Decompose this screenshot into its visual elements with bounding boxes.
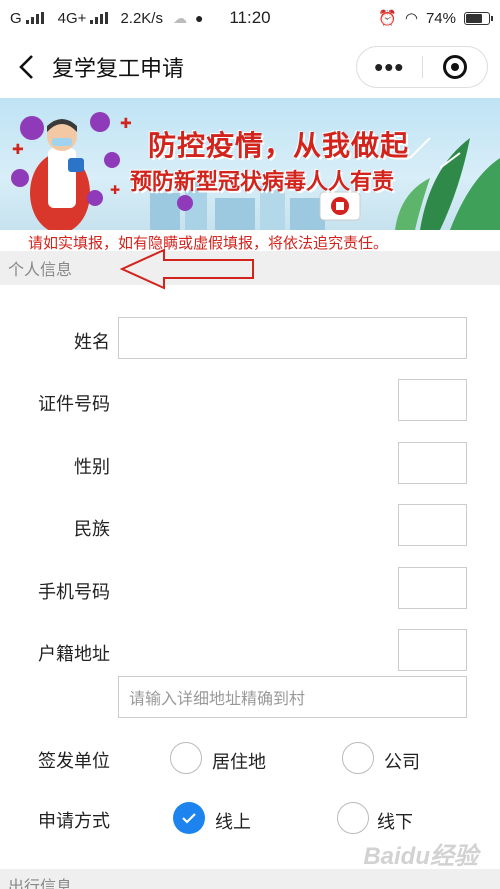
section-title: 个人信息 [8, 262, 73, 279]
ethnicity-field[interactable] [398, 504, 467, 546]
close-miniprogram-button[interactable] [423, 55, 488, 79]
ethnicity-label: 民族 [74, 519, 110, 539]
section-travel-info: 出行信息 [0, 869, 500, 889]
target-icon [442, 55, 467, 79]
network-speed: 2.2K/s [120, 9, 163, 27]
svg-text:✚: ✚ [12, 142, 24, 158]
nav-bar: 复学复工申请 ••• [0, 36, 500, 98]
address-detail-input[interactable]: 请输入详细地址精确到村 [118, 676, 467, 718]
signal-icon-2 [90, 12, 109, 24]
id-number-label: 证件号码 [38, 394, 110, 414]
alarm-icon: ⏰ [378, 10, 397, 27]
issuer-radio-company[interactable] [342, 742, 374, 774]
name-label: 姓名 [74, 332, 110, 352]
method-label: 申请方式 [38, 811, 110, 831]
method-option-online[interactable]: 线上 [215, 808, 251, 834]
phone-label: 手机号码 [38, 582, 110, 602]
gender-field[interactable] [398, 442, 467, 484]
address-label: 户籍地址 [38, 644, 110, 664]
more-icon[interactable]: ••• [357, 54, 422, 80]
miniprogram-capsule: ••• [356, 46, 488, 88]
issuer-option-residence[interactable]: 居住地 [212, 748, 266, 774]
banner-headline: 防控疫情，从我做起 [148, 129, 410, 162]
status-right: ⏰ ◠ 74% [378, 9, 493, 27]
banner: ✚ ✚ ✚ 防控疫情，从我做起 预防新型冠状病毒人人有责 [0, 98, 500, 230]
method-radio-online[interactable] [173, 802, 205, 834]
battery-icon [464, 11, 493, 25]
battery-percent: 74% [425, 9, 456, 27]
issuer-option-company[interactable]: 公司 [384, 748, 420, 774]
section-title-travel: 出行信息 [8, 879, 73, 889]
status-bar: G 4G+ 2.2K/s ☁ ● 11:20 ⏰ ◠ 74% [0, 0, 500, 36]
issuer-label: 签发单位 [38, 751, 110, 771]
gender-label: 性别 [74, 457, 110, 477]
banner-subheadline: 预防新型冠状病毒人人有责 [130, 170, 395, 195]
battery-fill [466, 13, 482, 23]
watermark: Baidu经验 [363, 843, 478, 870]
phone-field[interactable] [398, 567, 467, 609]
notification-icon: ☁ [172, 9, 187, 26]
message-icon: ● [194, 10, 204, 26]
network-label: 4G+ [57, 9, 87, 27]
address-region-field[interactable] [398, 629, 467, 671]
id-number-field[interactable] [398, 379, 467, 421]
carrier-label: G [10, 9, 22, 27]
status-left: G 4G+ 2.2K/s ☁ ● [10, 10, 203, 27]
check-icon [182, 813, 196, 824]
svg-text:✚: ✚ [120, 116, 132, 132]
name-field[interactable] [118, 317, 467, 359]
method-option-offline[interactable]: 线下 [377, 808, 413, 834]
svg-text:✚: ✚ [110, 183, 120, 197]
page-title: 复学复工申请 [52, 56, 185, 81]
wifi-icon: ◠ [404, 10, 418, 27]
signal-icon [25, 12, 44, 24]
annotation-arrow-icon [119, 248, 254, 290]
issuer-radio-residence[interactable] [170, 742, 202, 774]
back-icon[interactable] [0, 36, 52, 98]
method-radio-offline[interactable] [337, 802, 369, 834]
